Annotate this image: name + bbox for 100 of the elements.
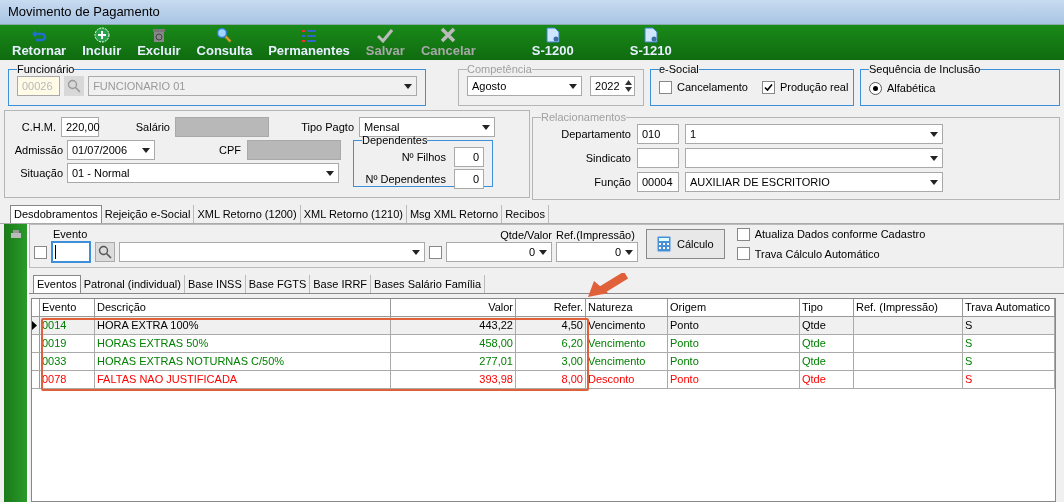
search-button[interactable] bbox=[95, 242, 115, 262]
tab[interactable]: Base IRRF bbox=[310, 275, 372, 293]
relation-dropdown[interactable]: 1 bbox=[685, 124, 943, 144]
group-title: Relacionamentos bbox=[541, 110, 626, 124]
column-header[interactable]: Descrição bbox=[95, 299, 391, 316]
table-cell: S bbox=[963, 317, 1055, 334]
payment-type-dropdown[interactable]: Mensal bbox=[359, 117, 495, 137]
dependents-count-field[interactable]: 0 bbox=[454, 169, 484, 189]
table-cell: 393,98 bbox=[391, 371, 516, 388]
group-title: Competência bbox=[467, 62, 532, 76]
list-icon bbox=[301, 29, 317, 43]
toolbar-button[interactable]: S-1200 bbox=[523, 27, 582, 58]
cpf-field[interactable] bbox=[247, 140, 341, 160]
dropdown-arrow-icon bbox=[326, 170, 334, 176]
checkbox[interactable] bbox=[736, 247, 750, 261]
toolbar-button[interactable]: Excluir bbox=[129, 27, 189, 58]
tab[interactable]: Base INSS bbox=[184, 275, 246, 293]
checkbox[interactable] bbox=[736, 227, 750, 241]
event-dropdown[interactable] bbox=[119, 242, 425, 262]
status-dropdown[interactable]: 01 - Normal bbox=[67, 163, 339, 183]
dropdown-arrow-icon bbox=[930, 179, 938, 185]
calculate-button[interactable]: Cálculo bbox=[646, 229, 725, 259]
column-header[interactable]: Natureza bbox=[586, 299, 668, 316]
salary-field[interactable] bbox=[175, 117, 269, 137]
toolbar-button[interactable]: Incluir bbox=[74, 27, 130, 58]
table-cell: S bbox=[963, 335, 1055, 352]
quantity-dropdown[interactable]: 0 bbox=[446, 242, 552, 262]
tab[interactable]: XML Retorno (1200) bbox=[194, 205, 301, 223]
checkbox[interactable] bbox=[34, 246, 47, 259]
toolbar-button[interactable]: S-1210 bbox=[621, 27, 680, 58]
table-cell: 443,22 bbox=[391, 317, 516, 334]
checkbox-label: Trava Cálculo Automático bbox=[754, 246, 880, 262]
window-title: Movimento de Pagamento bbox=[8, 3, 160, 22]
reference-dropdown[interactable]: 0 bbox=[556, 242, 638, 262]
relation-dropdown[interactable] bbox=[685, 148, 943, 168]
event-code-field[interactable] bbox=[51, 241, 91, 263]
group-title: Funcionário bbox=[17, 62, 75, 76]
admission-date-picker[interactable]: 01/07/2006 bbox=[67, 140, 155, 160]
calculator-icon bbox=[657, 236, 671, 252]
column-header[interactable]: Ref. (Impressão) bbox=[854, 299, 963, 316]
checkbox[interactable] bbox=[659, 80, 672, 94]
field-label: Função bbox=[593, 174, 631, 190]
tab[interactable]: Bases Salário Família bbox=[371, 275, 486, 293]
checkmark-icon bbox=[377, 29, 394, 43]
table-cell: Vencimento bbox=[586, 317, 668, 334]
column-header[interactable]: Evento bbox=[40, 299, 95, 316]
children-count-field[interactable]: 0 bbox=[454, 147, 484, 167]
tab[interactable]: XML Retorno (1210) bbox=[300, 205, 407, 223]
dropdown-arrow-icon bbox=[539, 249, 547, 255]
table-cell: 0014 bbox=[40, 317, 95, 334]
dropdown-arrow-icon bbox=[142, 147, 150, 153]
table-cell: 458,00 bbox=[391, 335, 516, 352]
field-label: Situação bbox=[19, 165, 64, 181]
field-label: C.H.M. bbox=[20, 119, 57, 135]
dropdown-arrow-icon bbox=[412, 249, 420, 255]
search-icon[interactable] bbox=[64, 76, 85, 96]
column-header[interactable]: Tipo bbox=[800, 299, 854, 316]
month-dropdown[interactable]: Agosto bbox=[467, 76, 583, 96]
tab[interactable]: Patronal (individual) bbox=[80, 275, 185, 293]
table-row[interactable]: 0078 FALTAS NAO JUSTIFICADA 393,98 8,00 Desconto Ponto Qtde S bbox=[32, 371, 1055, 389]
table-cell: S bbox=[963, 353, 1055, 370]
field-label: Nº Filhos bbox=[401, 149, 446, 165]
table-cell: Desconto bbox=[586, 371, 668, 388]
table-row[interactable]: 0019 HORAS EXTRAS 50% 458,00 6,20 Vencimento Ponto Qtde S bbox=[32, 335, 1055, 353]
relation-dropdown[interactable]: AUXILIAR DE ESCRITORIO bbox=[685, 172, 943, 192]
checkbox-label: Cancelamento bbox=[677, 80, 748, 95]
toolbar-button[interactable]: Permanentes bbox=[260, 29, 358, 58]
checkbox[interactable] bbox=[429, 246, 442, 259]
table-row[interactable]: 0014 HORA EXTRA 100% 443,22 4,50 Vencimento Ponto Qtde S bbox=[32, 317, 1055, 335]
radio-button[interactable] bbox=[869, 81, 882, 95]
field-label: Sindicato bbox=[584, 150, 631, 166]
toolbar-button[interactable]: Retornar bbox=[4, 29, 75, 58]
table-cell: 6,20 bbox=[516, 335, 586, 352]
column-header[interactable]: Trava Automatico bbox=[963, 299, 1055, 316]
tab[interactable]: Msg XML Retorno bbox=[406, 205, 503, 223]
table-cell: 0033 bbox=[40, 353, 95, 370]
checkbox-label: Atualiza Dados conforme Cadastro bbox=[754, 227, 926, 242]
column-header[interactable]: Refer. bbox=[516, 299, 586, 316]
checkbox[interactable] bbox=[761, 80, 775, 94]
field-label: Salário bbox=[134, 119, 171, 135]
toolbar-button[interactable]: Consulta bbox=[188, 27, 261, 58]
code-field[interactable]: 00004 bbox=[637, 172, 679, 192]
tab[interactable]: Recibos bbox=[502, 205, 549, 223]
dropdown-arrow-icon bbox=[930, 155, 938, 161]
column-header[interactable]: Valor bbox=[391, 299, 516, 316]
group-title: Sequência de Inclusão bbox=[869, 62, 981, 76]
tab[interactable]: Rejeição e-Social bbox=[101, 205, 195, 223]
tab[interactable]: Eventos bbox=[33, 275, 81, 293]
table-row[interactable]: 0033 HORAS EXTRAS NOTURNAS C/50% 277,01 3,00 Vencimento Ponto Qtde S bbox=[32, 353, 1055, 371]
table-cell: 4,50 bbox=[516, 317, 586, 334]
printer-icon[interactable] bbox=[9, 230, 22, 240]
tab[interactable]: Base FGTS bbox=[245, 275, 311, 293]
year-spinner[interactable]: 2022 bbox=[590, 76, 635, 96]
column-header[interactable]: Origem bbox=[668, 299, 800, 316]
tab[interactable]: Desdobramentos bbox=[10, 205, 102, 223]
dropdown-arrow-icon bbox=[404, 83, 412, 89]
code-field[interactable]: 010 bbox=[637, 124, 679, 144]
code-field[interactable] bbox=[637, 148, 679, 168]
table-cell: Ponto bbox=[668, 371, 800, 388]
chm-field[interactable]: 220,00 bbox=[61, 117, 99, 137]
